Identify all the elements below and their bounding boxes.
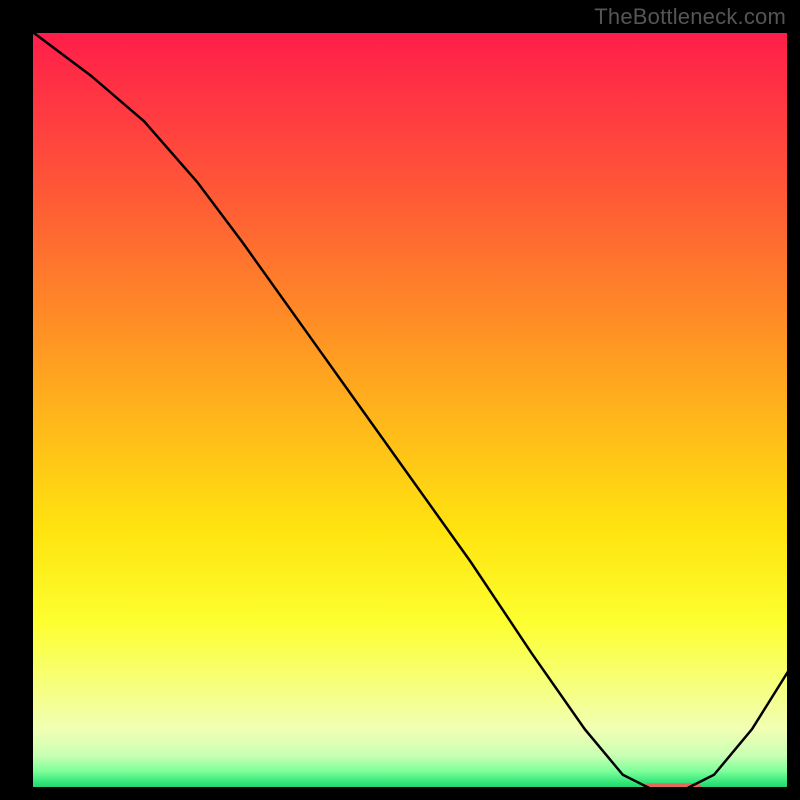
chart-svg	[30, 30, 790, 790]
chart-area	[30, 30, 790, 790]
watermark-text: TheBottleneck.com	[594, 4, 786, 30]
heat-gradient-rect	[30, 30, 790, 790]
